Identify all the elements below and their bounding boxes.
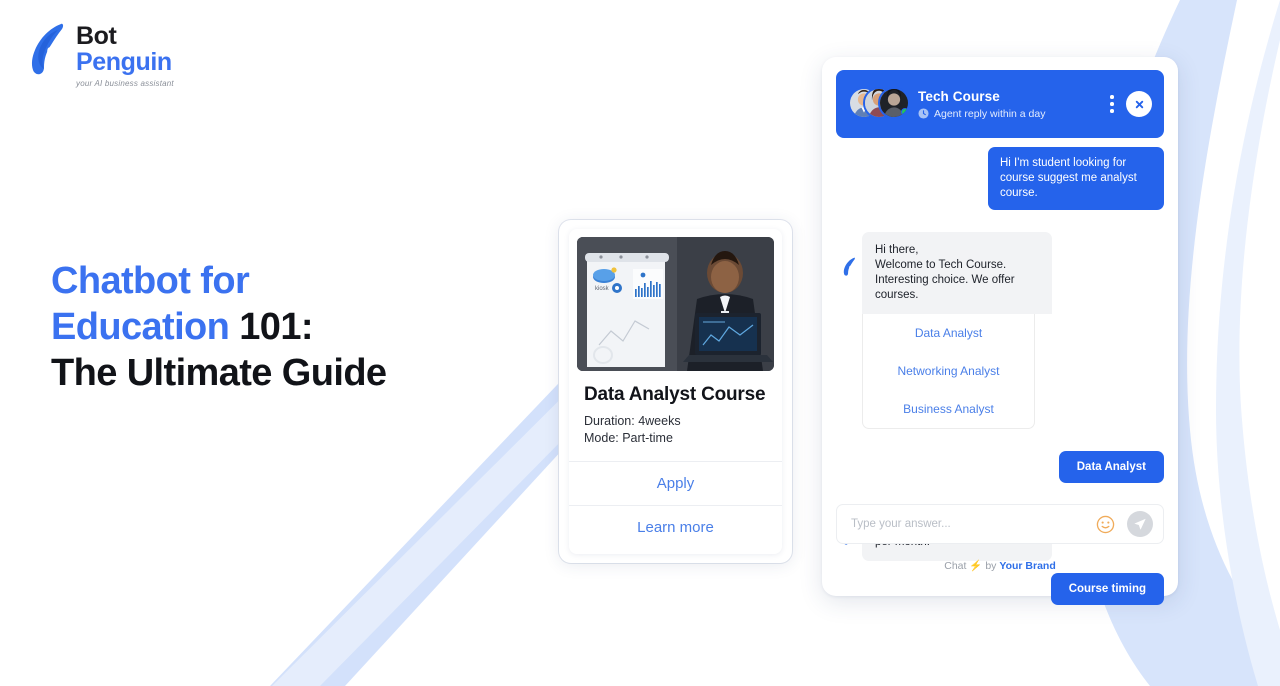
penguin-avatar-icon [836,254,862,280]
message-input-placeholder[interactable]: Type your answer... [851,518,1096,530]
avatar [878,87,910,119]
headline-line3: The Ultimate Guide [51,352,387,394]
headline-line1: Chatbot for [51,260,250,302]
chat-status: Agent reply within a day [918,108,1104,120]
message-row: Course timing [836,573,1164,605]
chat-widget-header: Tech Course Agent reply within a day [836,70,1164,138]
quick-reply-course-timing[interactable]: Course timing [1050,573,1164,605]
logo-wordmark: Bot Penguin your AI business assistant [76,22,174,88]
course-card-container: kiosk Data Analyst Course Duration: 4wee… [559,220,792,563]
message-row: Hi I'm student looking for course sugges… [836,147,1164,210]
course-card[interactable]: kiosk Data Analyst Course Duration: 4wee… [569,229,782,554]
headline-line2-black: 101: [239,306,313,348]
learn-more-button[interactable]: Learn more [569,505,782,549]
quick-option-networking-analyst[interactable]: Networking Analyst [863,352,1034,390]
quick-option-data-analyst[interactable]: Data Analyst [863,314,1034,352]
message-row: Data Analyst [836,451,1164,483]
online-dot [901,108,908,116]
course-card-mode: Mode: Part-time [584,431,673,445]
logo-line-penguin: Penguin [76,47,172,76]
chat-message-list: Hi I'm student looking for course sugges… [822,147,1178,605]
close-icon[interactable] [1126,91,1152,117]
apply-button[interactable]: Apply [569,461,782,505]
course-card-body: Data Analyst Course Duration: 4weeks Mod… [569,371,782,461]
chat-status-label: Agent reply within a day [934,107,1046,120]
course-card-duration: Duration: 4weeks [584,414,681,428]
chat-widget: Tech Course Agent reply within a day Hi … [822,57,1178,605]
user-message-bubble: Hi I'm student looking for course sugges… [988,147,1164,210]
kebab-menu-icon[interactable] [1104,95,1120,113]
brand-logo[interactable]: Bot Penguin your AI business assistant [28,22,174,88]
penguin-icon [31,23,64,75]
headline-line2-blue: Education [51,306,230,348]
bot-message-group: Hi there, Welcome to Tech Course. Intere… [862,232,1052,429]
chat-footer: Chat ⚡ by Your Brand [822,559,1178,572]
logo-tagline: your AI business assistant [76,79,174,88]
chat-composer[interactable]: Type your answer... [836,504,1164,544]
quick-option-business-analyst[interactable]: Business Analyst [863,390,1034,428]
footer-prefix: Chat [944,560,967,572]
message-row: Hi there, Welcome to Tech Course. Intere… [836,232,1164,429]
bot-message-bubble: Hi there, Welcome to Tech Course. Intere… [862,232,1052,314]
page-title: Chatbot for Education 101: The Ultimate … [51,258,521,396]
chat-header-text: Tech Course Agent reply within a day [918,89,1104,120]
right-curve-band-outer [1216,0,1280,686]
chat-title: Tech Course [918,88,1000,104]
quick-option-list: Data Analyst Networking Analyst Business… [862,314,1035,429]
quick-reply-data-analyst[interactable]: Data Analyst [1058,451,1164,483]
page-root: Bot Penguin your AI business assistant C… [0,0,1280,686]
footer-brand[interactable]: Your Brand [999,560,1055,572]
clock-icon [918,108,929,119]
course-card-title: Data Analyst Course [584,384,766,405]
svg-text:kiosk: kiosk [595,286,610,292]
send-paper-plane-icon[interactable] [1127,511,1153,537]
logo-line-bot: Bot [76,22,117,50]
bolt-icon: ⚡ [969,560,983,572]
footer-by: by [985,560,997,572]
course-card-image: kiosk [577,237,774,371]
agent-avatars [848,87,910,121]
smiley-icon[interactable] [1096,515,1115,534]
